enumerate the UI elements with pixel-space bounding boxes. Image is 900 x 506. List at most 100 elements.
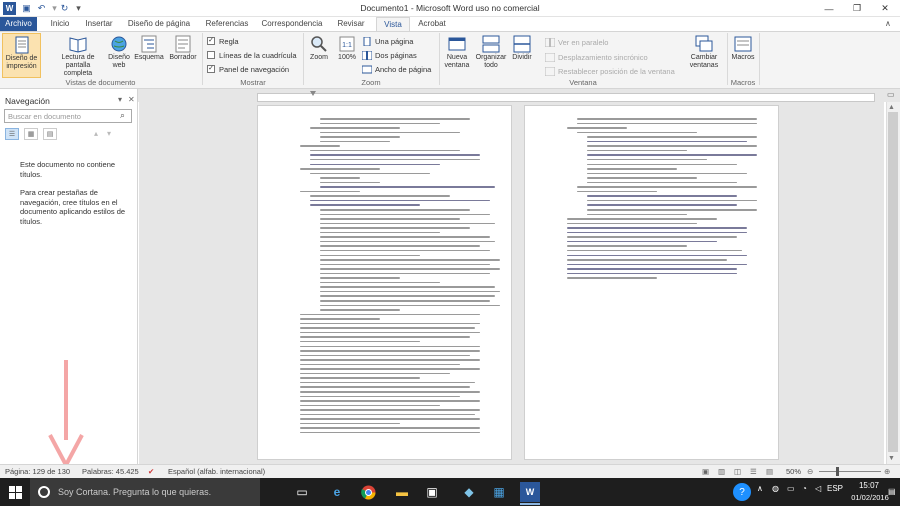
view-draft-icon[interactable]: ▤ <box>766 467 773 476</box>
close-icon[interactable]: ✕ <box>871 0 899 17</box>
nav-prev-icon[interactable]: ▴ <box>94 129 98 138</box>
macros-button[interactable]: Macros <box>729 33 757 78</box>
tray-arrow-icon[interactable]: ∧ <box>757 484 763 493</box>
language-indicator[interactable]: Español (alfab. internacional) <box>168 467 265 476</box>
chrome-icon[interactable] <box>358 482 378 502</box>
organizar-todo-button[interactable]: Organizar todo <box>474 33 508 78</box>
text-line <box>567 227 747 229</box>
tab-revisar[interactable]: Revisar <box>333 17 369 31</box>
zoom-in-icon[interactable]: ⊕ <box>884 467 890 476</box>
wifi-icon[interactable]: ◔ <box>802 484 807 493</box>
ancho-pagina-button[interactable]: Ancho de página <box>362 63 431 75</box>
zoom-level[interactable]: 50% <box>786 467 801 476</box>
nav-search-input[interactable]: Buscar en documento <box>4 109 132 123</box>
tab-correspondencia[interactable]: Correspondencia <box>259 17 325 31</box>
borrador-button[interactable]: Borrador <box>166 33 200 78</box>
cambiar-ventanas-button[interactable]: Cambiar ventanas <box>683 33 725 78</box>
text-line <box>587 154 757 156</box>
scroll-thumb[interactable] <box>888 112 898 452</box>
restablecer-posicion-button[interactable]: Restablecer posición de la ventana <box>545 65 675 77</box>
view-outline-icon[interactable]: ☰ <box>750 467 757 476</box>
nav-options-icon[interactable]: ▾ <box>118 95 122 104</box>
view-web-icon[interactable]: ◫ <box>734 467 741 476</box>
diseno-web-button[interactable]: Diseño web <box>104 33 134 78</box>
tab-referencias[interactable]: Referencias <box>203 17 251 31</box>
scroll-up-icon[interactable]: ▲ <box>888 104 895 111</box>
file-explorer-icon[interactable]: ▬ <box>392 482 412 502</box>
windows-start-icon[interactable] <box>5 482 25 502</box>
clock-time[interactable]: 15:07 <box>856 481 882 490</box>
search-icon[interactable]: ⌕ <box>120 110 125 121</box>
action-center-icon[interactable]: ▤ <box>888 487 896 496</box>
esquema-button[interactable]: Esquema <box>133 33 165 78</box>
zoom-slider[interactable] <box>819 471 881 472</box>
app-icon-2[interactable]: ▦ <box>489 482 509 502</box>
view-print-layout-icon[interactable]: ▣ <box>702 467 709 476</box>
text-line <box>320 249 490 252</box>
minimize-ribbon-icon[interactable]: ∧ <box>885 19 891 28</box>
dividir-button[interactable]: Dividir <box>509 33 535 78</box>
document-page-left[interactable] <box>257 105 512 460</box>
text-line <box>567 254 747 256</box>
text-line <box>300 368 480 370</box>
text-line <box>567 259 727 261</box>
nav-tab-pages[interactable]: ▦ <box>24 128 38 140</box>
una-pagina-button[interactable]: Una página <box>362 35 413 47</box>
task-view-icon[interactable]: ▭ <box>292 482 312 502</box>
view-reading-icon[interactable]: ▥ <box>718 467 725 476</box>
word-count[interactable]: Palabras: 45.425 <box>82 467 139 476</box>
zoom-slider-thumb[interactable] <box>836 467 839 476</box>
nav-tab-results[interactable]: ▤ <box>43 128 57 140</box>
horizontal-ruler[interactable] <box>257 93 875 102</box>
tab-acrobat[interactable]: Acrobat <box>415 17 449 31</box>
diseno-impresion-button[interactable]: Diseño de impresión <box>2 33 41 78</box>
tab-diseno-pagina[interactable]: Diseño de página <box>124 17 194 31</box>
nav-next-icon[interactable]: ▾ <box>107 129 111 138</box>
lectura-pantalla-completa-button[interactable]: Lectura de pantalla completa <box>54 33 102 78</box>
battery-icon[interactable]: ▭ <box>787 484 795 493</box>
cortana-search-box[interactable]: Soy Cortana. Pregunta lo que quieras. <box>30 478 260 506</box>
zoom-button[interactable]: Zoom <box>306 33 332 78</box>
proofing-icon[interactable]: ✔ <box>148 467 154 476</box>
scroll-down-icon[interactable]: ▼ <box>888 455 895 462</box>
indent-marker-icon[interactable] <box>310 91 316 96</box>
edge-icon[interactable]: e <box>327 482 347 502</box>
document-page-right[interactable] <box>524 105 779 460</box>
tab-archivo[interactable]: Archivo <box>0 17 37 31</box>
arrange-all-icon <box>482 35 500 53</box>
text-line <box>300 322 480 325</box>
tab-inicio[interactable]: Inicio <box>45 17 75 31</box>
ver-paralelo-button[interactable]: Ver en paralelo <box>545 36 608 48</box>
input-language[interactable]: ESP <box>827 484 843 493</box>
store-icon[interactable]: ▣ <box>422 482 442 502</box>
word-taskbar-icon[interactable]: W <box>520 482 540 502</box>
panel-navegacion-checkbox[interactable]: ✓ Panel de navegación <box>207 63 289 75</box>
volume-icon[interactable]: ◁ <box>815 484 821 493</box>
macros-icon <box>734 36 752 52</box>
tab-vista[interactable]: Vista <box>376 17 410 31</box>
tab-insertar[interactable]: Insertar <box>81 17 117 31</box>
restore-icon[interactable]: ❐ <box>843 0 871 17</box>
dos-paginas-button[interactable]: Dos páginas <box>362 49 417 61</box>
zoom-out-icon[interactable]: ⊖ <box>807 467 813 476</box>
nueva-ventana-button[interactable]: Nueva ventana <box>442 33 472 78</box>
text-line <box>320 281 440 284</box>
text-line <box>567 236 737 238</box>
text-line <box>300 318 380 320</box>
text-line <box>310 195 450 197</box>
minimize-icon[interactable]: — <box>815 0 843 17</box>
regla-checkbox[interactable]: ✓ Regla <box>207 35 239 47</box>
help-icon[interactable]: ? <box>733 483 751 501</box>
desplazamiento-sincronico-button[interactable]: Desplazamiento sincrónico <box>545 51 648 63</box>
lineas-cuadricula-checkbox[interactable]: Líneas de la cuadrícula <box>207 49 297 61</box>
app-icon[interactable]: ◆ <box>459 482 479 502</box>
tray-app-icon[interactable]: ◍ <box>772 484 779 493</box>
page-count[interactable]: Página: 129 de 130 <box>5 467 70 476</box>
view-ruler-icon[interactable]: ▭ <box>887 90 895 99</box>
text-line <box>320 122 440 125</box>
nav-close-icon[interactable]: ✕ <box>128 95 135 104</box>
text-line <box>567 277 657 279</box>
zoom-100-button[interactable]: 1:1 100% <box>334 33 360 78</box>
clock-date[interactable]: 01/02/2016 <box>850 493 890 502</box>
nav-tab-headings[interactable]: ☰ <box>5 128 19 140</box>
